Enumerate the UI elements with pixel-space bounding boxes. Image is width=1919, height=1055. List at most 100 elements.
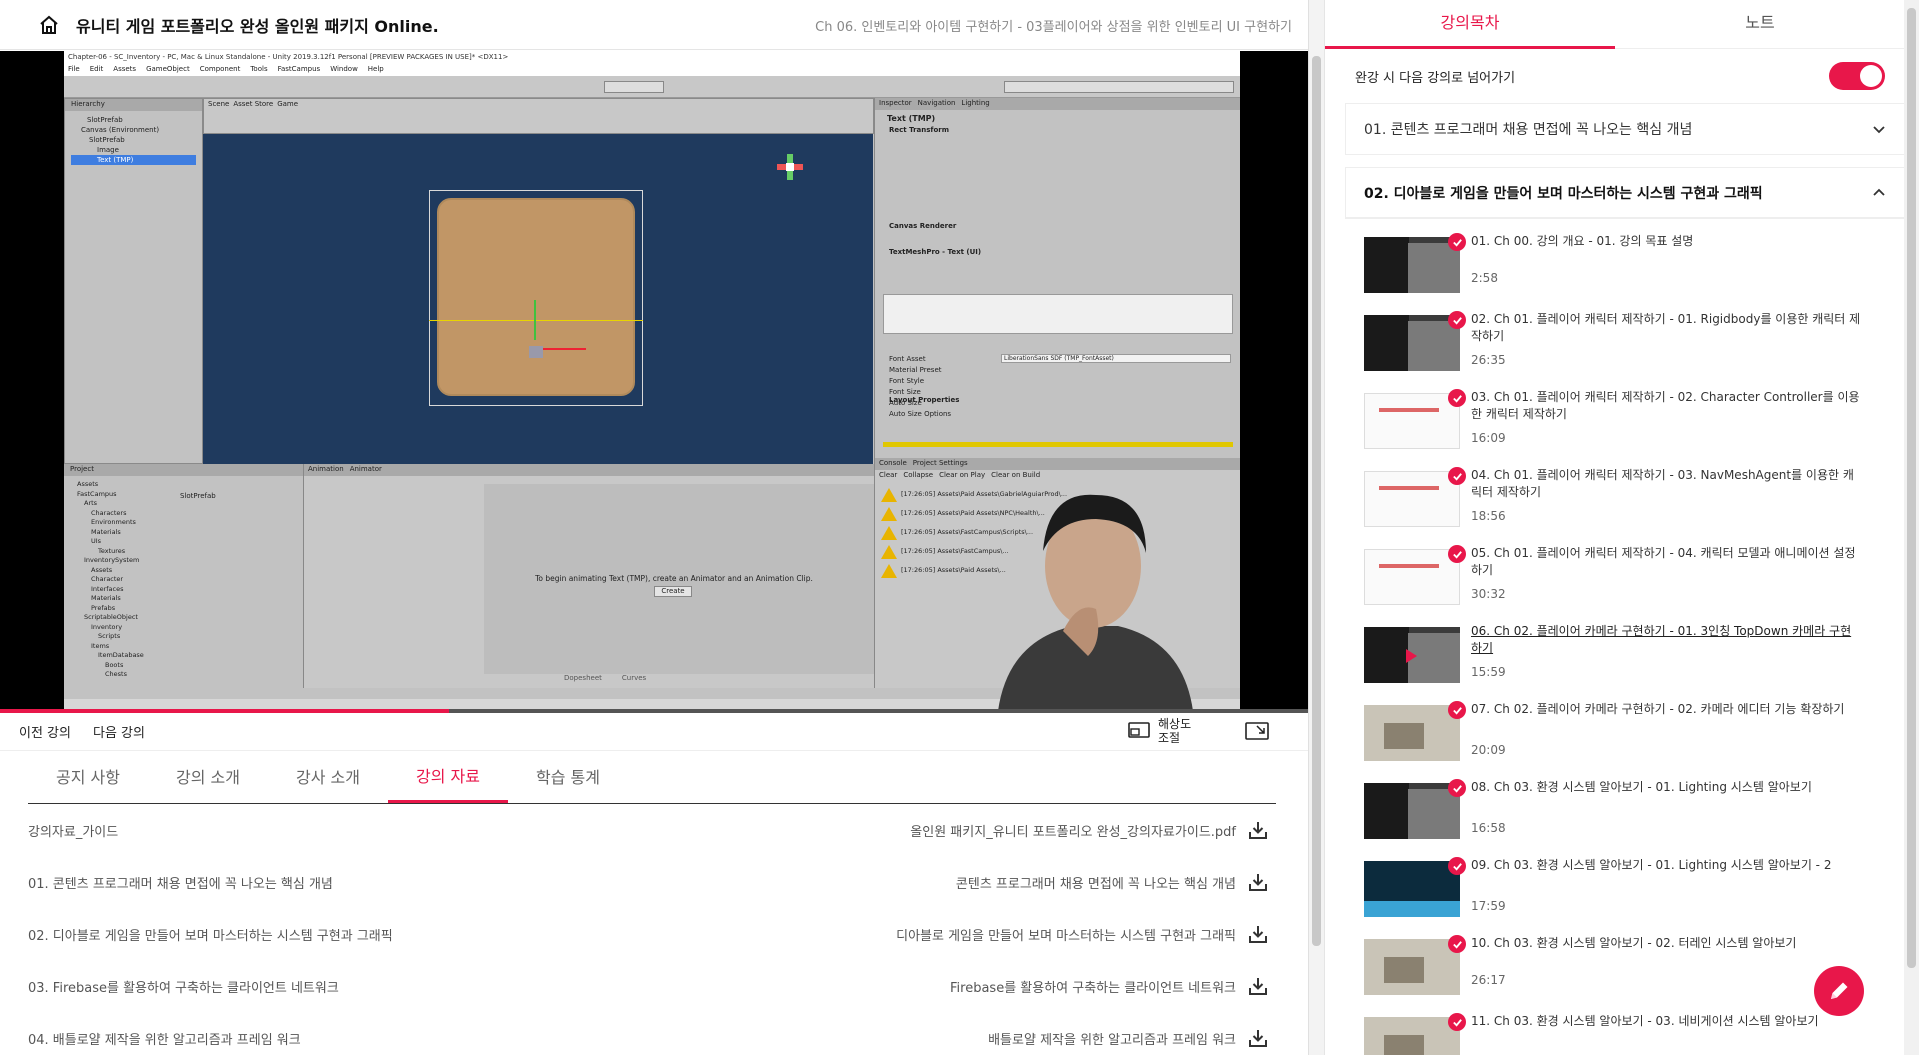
sidebar-tab-2[interactable]: 노트 — [1615, 0, 1905, 49]
lesson-thumbnail[interactable] — [1364, 471, 1460, 527]
tab-2[interactable]: 강의 소개 — [148, 752, 268, 803]
lesson-duration: 16:58 — [1471, 821, 1506, 835]
material-download[interactable]: 올인원 패키지_유니티 포트폴리오 완성_강의자료가이드.pdf — [910, 820, 1268, 840]
lesson-thumbnail[interactable] — [1364, 315, 1460, 371]
lesson-thumbnail[interactable] — [1364, 393, 1460, 449]
project-tree-item: Arts — [84, 499, 98, 507]
resolution-button[interactable]: 해상도 조절 — [1128, 717, 1191, 745]
note-fab-button[interactable] — [1814, 966, 1864, 1016]
lesson-item[interactable]: 01. Ch 00. 강의 개요 - 01. 강의 목표 설명 2:58 — [1364, 233, 1884, 303]
autonext-label: 완강 시 다음 강의로 넘어가기 — [1355, 70, 1516, 86]
tab-1[interactable]: 공지 사항 — [28, 752, 148, 803]
download-icon[interactable] — [1248, 820, 1268, 840]
console-button: Clear on Build — [991, 471, 1041, 479]
download-icon[interactable] — [1248, 872, 1268, 892]
download-icon[interactable] — [1248, 1028, 1268, 1048]
lesson-title[interactable]: 07. Ch 02. 플레이어 카메라 구현하기 - 02. 카메라 에디터 기… — [1471, 701, 1861, 718]
lesson-title[interactable]: 05. Ch 01. 플레이어 캐릭터 제작하기 - 04. 캐릭터 모델과 애… — [1471, 545, 1861, 579]
lesson-item[interactable]: 04. Ch 01. 플레이어 캐릭터 제작하기 - 03. NavMeshAg… — [1364, 467, 1884, 537]
lesson-duration: 15:59 — [1471, 665, 1506, 679]
lesson-title[interactable]: 09. Ch 03. 환경 시스템 알아보기 - 01. Lighting 시스… — [1471, 857, 1861, 874]
material-row: 강의자료_가이드 올인원 패키지_유니티 포트폴리오 완성_강의자료가이드.pdf — [28, 804, 1268, 856]
lesson-title[interactable]: 03. Ch 01. 플레이어 캐릭터 제작하기 - 02. Character… — [1471, 389, 1861, 423]
section-header[interactable]: 02. 디아블로 게임을 만들어 보며 마스터하는 시스템 구현과 그래픽 — [1345, 167, 1905, 219]
lesson-title[interactable]: 10. Ch 03. 환경 시스템 알아보기 - 02. 터레인 시스템 알아보… — [1471, 935, 1861, 952]
lesson-duration: 26:35 — [1471, 353, 1506, 367]
thumb-region — [1364, 901, 1460, 917]
material-file-name: 콘텐츠 프로그래머 채용 면접에 꼭 나오는 핵심 개념 — [955, 876, 1236, 892]
lesson-item[interactable]: 02. Ch 01. 플레이어 캐릭터 제작하기 - 01. Rigidbody… — [1364, 311, 1884, 381]
check-icon — [1448, 311, 1466, 329]
lesson-title[interactable]: 11. Ch 03. 환경 시스템 알아보기 - 03. 네비게이션 시스템 알… — [1471, 1013, 1861, 1030]
lesson-duration: 26:17 — [1471, 973, 1506, 987]
animation-message: To begin animating Text (TMP), create an… — [535, 574, 813, 583]
lesson-title[interactable]: 04. Ch 01. 플레이어 캐릭터 제작하기 - 03. NavMeshAg… — [1471, 467, 1861, 501]
lesson-title[interactable]: 06. Ch 02. 플레이어 카메라 구현하기 - 01. 3인칭 TopDo… — [1471, 623, 1861, 657]
lesson-thumbnail[interactable] — [1364, 783, 1460, 839]
material-file-name: 배틀로얄 제작을 위한 알고리즘과 프레임 워크 — [988, 1032, 1236, 1048]
project-tree-item: UIs — [91, 537, 102, 545]
scene-tabs: Scene Asset Store Game — [203, 98, 874, 134]
material-download[interactable]: 배틀로얄 제작을 위한 알고리즘과 프레임 워크 — [988, 1028, 1268, 1048]
lesson-item[interactable]: 08. Ch 03. 환경 시스템 알아보기 - 01. Lighting 시스… — [1364, 779, 1884, 849]
prev-lecture-button[interactable]: 이전 강의 — [19, 722, 71, 741]
lesson-thumbnail[interactable] — [1364, 1017, 1460, 1055]
video-player[interactable]: Chapter-06 - SC_Inventory - PC, Mac & Li… — [0, 51, 1308, 711]
player-controls: 이전 강의 다음 강의 해상도 조절 — [0, 713, 1308, 751]
tab-3[interactable]: 강사 소개 — [268, 752, 388, 803]
lesson-thumbnail[interactable] — [1364, 861, 1460, 917]
project-tab: Project — [64, 464, 303, 476]
sidebar-tabs: 강의목차 노트 — [1325, 0, 1905, 49]
lesson-item[interactable]: 05. Ch 01. 플레이어 캐릭터 제작하기 - 04. 캐릭터 모델과 애… — [1364, 545, 1884, 615]
scene-view — [203, 134, 873, 464]
lesson-item[interactable]: 09. Ch 03. 환경 시스템 알아보기 - 01. Lighting 시스… — [1364, 857, 1884, 927]
lesson-thumbnail[interactable] — [1364, 549, 1460, 605]
inspector-panel: Inspector Navigation Lighting Text (TMP) R… — [874, 98, 1240, 458]
autonext-toggle[interactable] — [1829, 62, 1885, 90]
inspector-field: Font Size — [889, 388, 921, 396]
lesson-title[interactable]: 01. Ch 00. 강의 개요 - 01. 강의 목표 설명 — [1471, 233, 1861, 250]
lesson-thumbnail[interactable] — [1364, 705, 1460, 761]
project-tree-item: FastCampus — [77, 489, 117, 498]
animation-create-button: Create — [654, 586, 692, 597]
material-download[interactable]: 디아블로 게임을 만들어 보며 마스터하는 시스템 구현과 그래픽 — [896, 924, 1268, 944]
lesson-item[interactable]: 11. Ch 03. 환경 시스템 알아보기 - 03. 네비게이션 시스템 알… — [1364, 1013, 1884, 1055]
project-tree-item: Materials — [91, 527, 121, 536]
lesson-thumbnail[interactable] — [1364, 627, 1460, 683]
console-tab: Project Settings — [912, 459, 968, 467]
next-lecture-button[interactable]: 다음 강의 — [93, 722, 145, 741]
scene-tab: Game — [277, 100, 299, 108]
lesson-thumbnail[interactable] — [1364, 939, 1460, 995]
tab-5[interactable]: 학습 통계 — [508, 752, 628, 803]
sidebar-tab-1[interactable]: 강의목차 — [1325, 0, 1615, 49]
lesson-title[interactable]: 08. Ch 03. 환경 시스템 알아보기 - 01. Lighting 시스… — [1471, 779, 1861, 796]
inspector-section: Canvas Renderer — [889, 222, 957, 230]
unity-menu-item: Edit — [89, 65, 104, 73]
section-header[interactable]: 01. 콘텐츠 프로그래머 채용 면접에 꼭 나오는 핵심 개념 — [1345, 103, 1905, 155]
lesson-item[interactable]: 10. Ch 03. 환경 시스템 알아보기 - 02. 터레인 시스템 알아보… — [1364, 935, 1884, 1005]
left-scrollbar[interactable] — [1308, 0, 1324, 1055]
lesson-item[interactable]: 06. Ch 02. 플레이어 카메라 구현하기 - 01. 3인칭 TopDo… — [1364, 623, 1884, 693]
project-tree-item: Items — [91, 641, 110, 650]
download-icon[interactable] — [1248, 976, 1268, 996]
lesson-item[interactable]: 03. Ch 01. 플레이어 캐릭터 제작하기 - 02. Character… — [1364, 389, 1884, 459]
right-scrollbar[interactable] — [1904, 0, 1919, 1055]
lesson-duration: 16:09 — [1471, 431, 1506, 445]
material-download[interactable]: Firebase를 활용하여 구축하는 클라이언트 네트워크 — [950, 976, 1268, 996]
lesson-thumbnail[interactable] — [1364, 237, 1460, 293]
home-button[interactable] — [32, 8, 66, 42]
material-row: 02. 디아블로 게임을 만들어 보며 마스터하는 시스템 구현과 그래픽 디아블… — [28, 908, 1268, 960]
tab-4[interactable]: 강의 자료 — [388, 752, 508, 803]
material-download[interactable]: 콘텐츠 프로그래머 채용 면접에 꼭 나오는 핵심 개념 — [956, 872, 1268, 892]
fullscreen-icon[interactable] — [1245, 722, 1269, 742]
font-asset-field: LiberationSans SDF (TMP_FontAsset) — [1001, 354, 1231, 363]
project-panel: Project Assets FastCampus Arts Characters En… — [64, 464, 304, 688]
inspector-tab: Inspector — [879, 99, 912, 107]
animation-panel: Animation Animator To begin animating Tex… — [304, 464, 874, 688]
lesson-item[interactable]: 07. Ch 02. 플레이어 카메라 구현하기 - 02. 카메라 에디터 기… — [1364, 701, 1884, 771]
thumb-region — [1384, 723, 1424, 749]
download-icon[interactable] — [1248, 924, 1268, 944]
lesson-title[interactable]: 02. Ch 01. 플레이어 캐릭터 제작하기 - 01. Rigidbody… — [1471, 311, 1861, 345]
thumb-region — [1365, 394, 1459, 448]
check-icon — [1448, 857, 1466, 875]
